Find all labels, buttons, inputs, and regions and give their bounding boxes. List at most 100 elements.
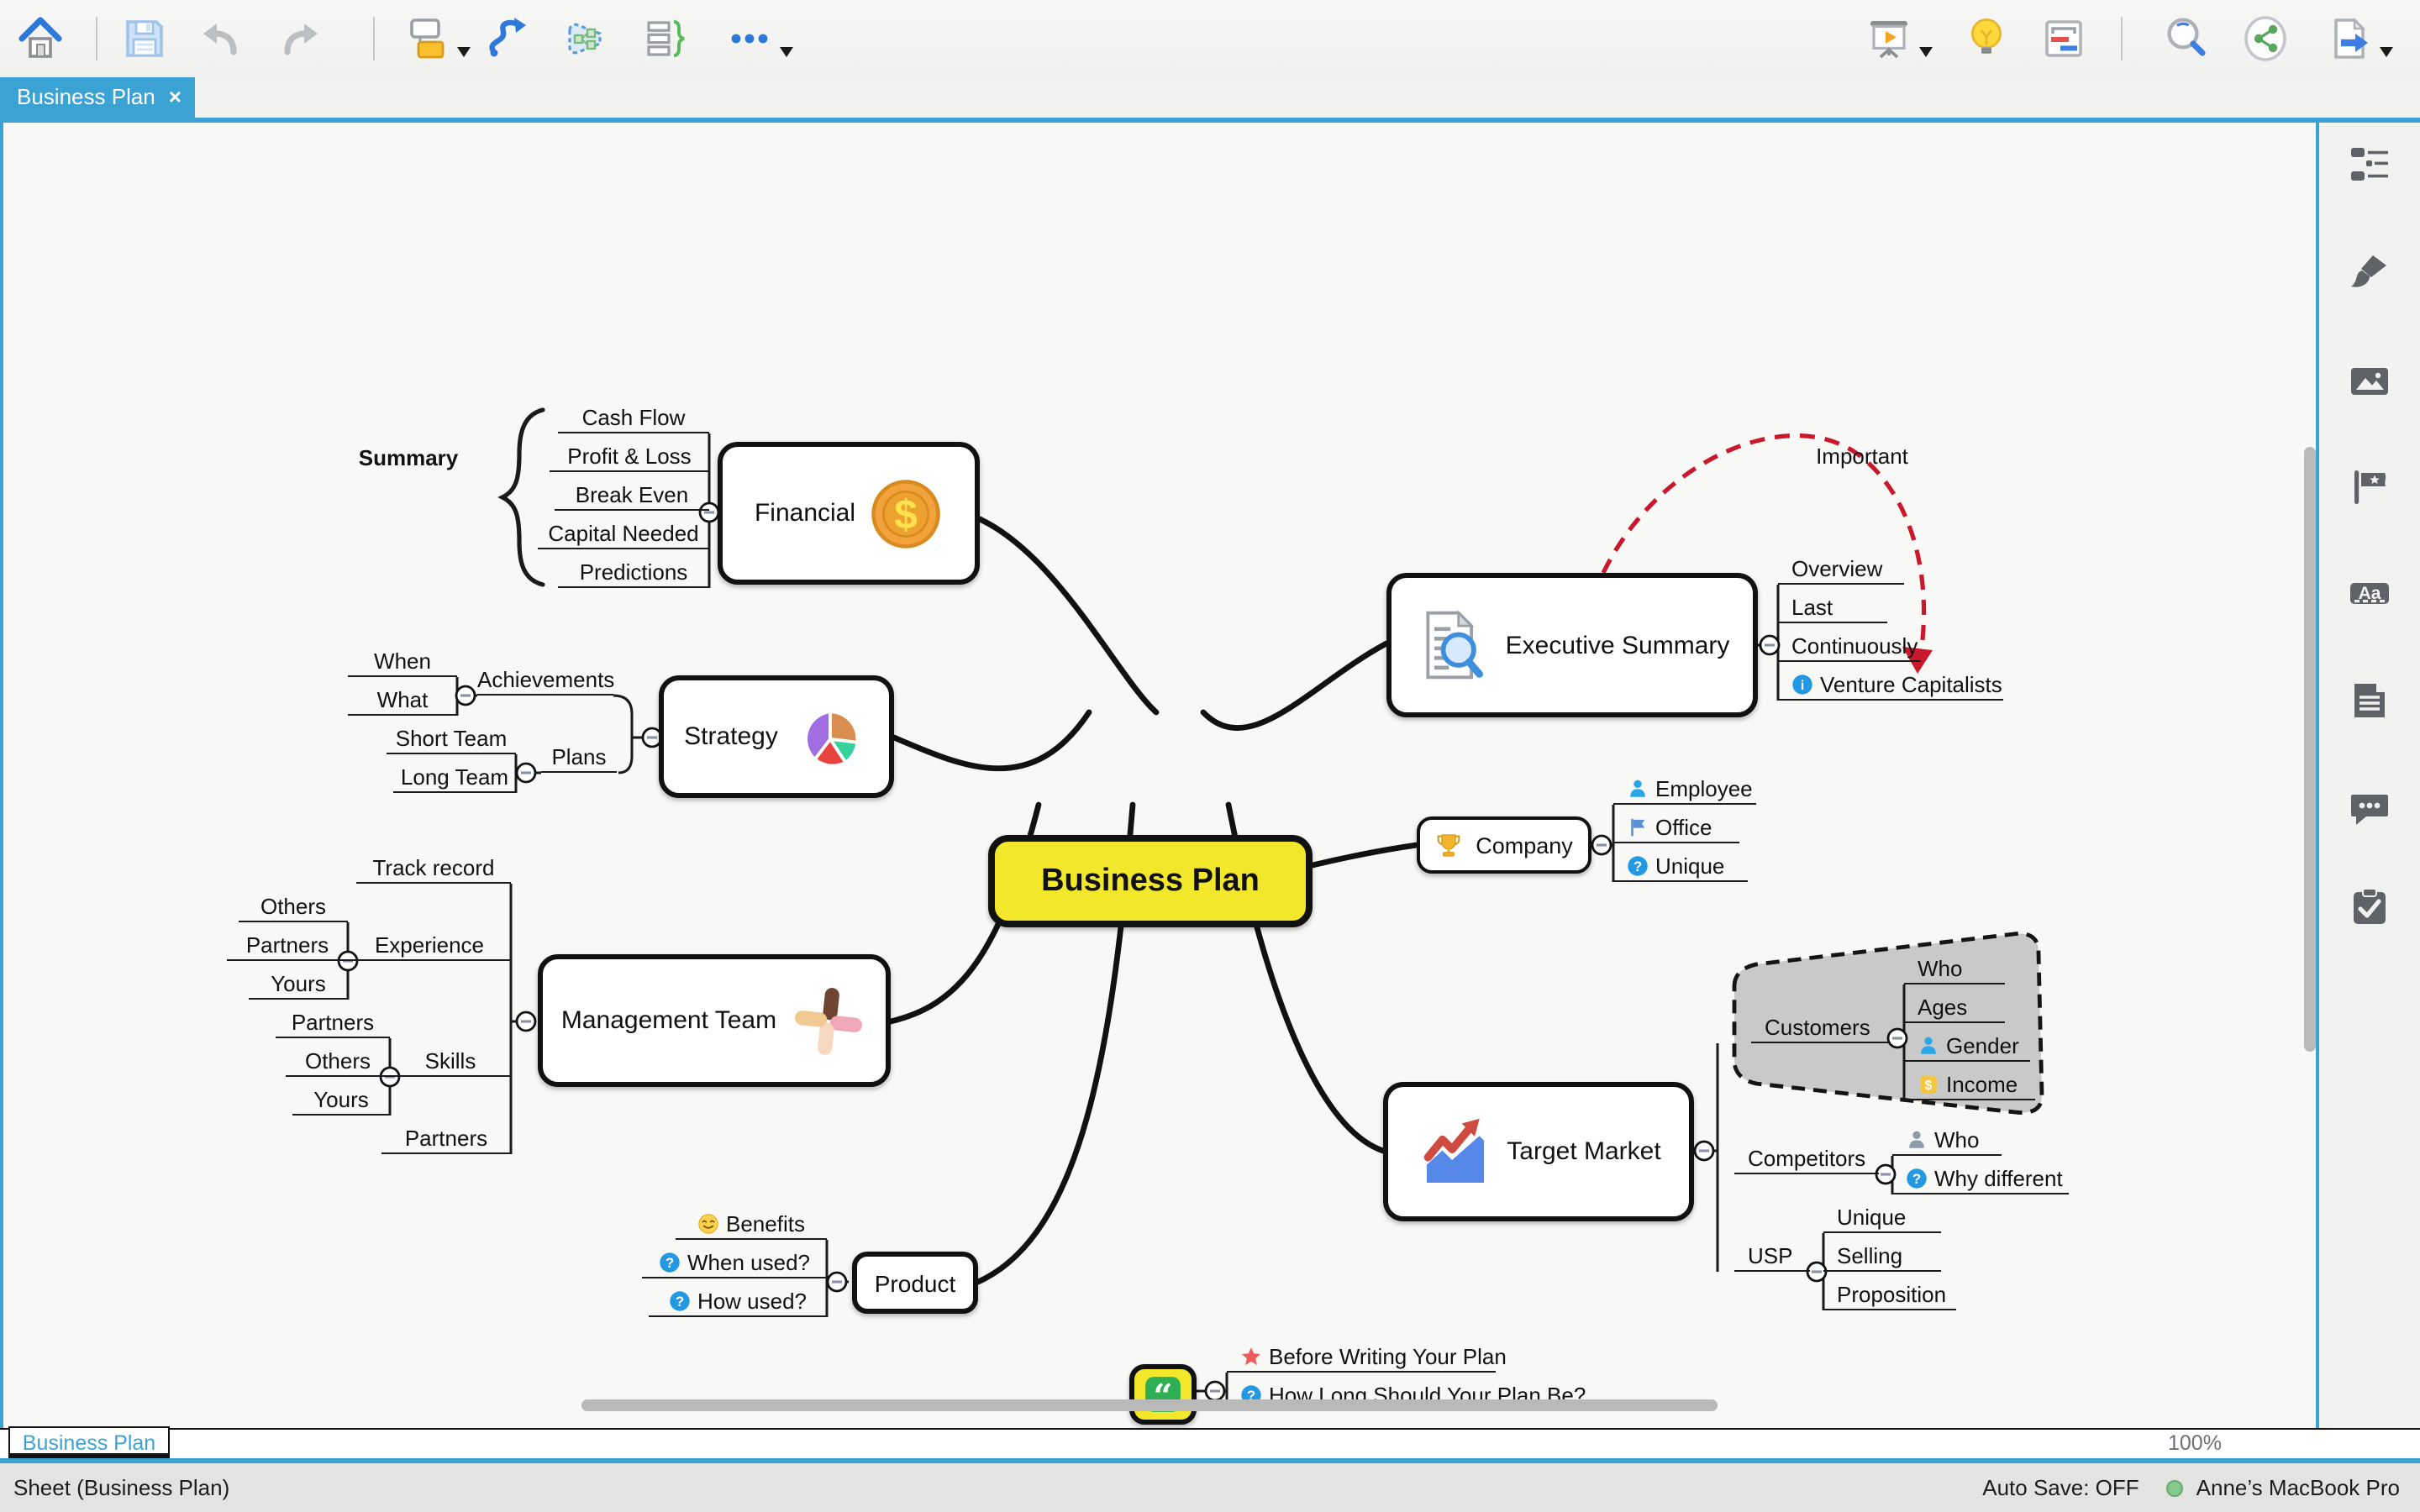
svg-text:i: i [1801,679,1804,693]
subtopic-important[interactable]: Important [1795,442,1929,472]
question-icon: ? [669,1289,697,1314]
subtopic-how-used[interactable]: ? How used? [649,1287,827,1317]
subtopic-long-team[interactable]: Long Team [393,763,516,793]
subtopic-others[interactable]: Others [286,1047,390,1077]
subtopic-plans[interactable]: Plans [541,743,617,773]
subtopic-who[interactable]: Who [1904,954,2005,984]
topic-structure-icon[interactable] [2348,143,2391,186]
main-toolbar [0,0,2420,77]
flag-marker-icon[interactable] [2348,465,2391,509]
text-label-icon[interactable]: Aa [2348,571,2391,615]
subtopic-partners[interactable]: Partners [381,1124,511,1154]
topic-executive-summary[interactable]: Executive Summary [1386,573,1758,717]
topic-label: Product [874,1269,956,1296]
topic-strategy[interactable]: Strategy [659,675,894,798]
topic-target-market[interactable]: Target Market [1383,1082,1694,1221]
subtopic-yours[interactable]: Yours [292,1085,390,1116]
subtopic-what[interactable]: What [348,685,457,716]
export-icon[interactable] [2326,15,2373,62]
share-icon[interactable] [2242,15,2289,62]
vertical-scrollbar[interactable] [2304,447,2316,1052]
connector-icon[interactable] [484,15,531,62]
node-style-icon[interactable] [403,15,450,62]
search-icon[interactable] [2163,15,2210,62]
device-name: Anne’s MacBook Pro [2196,1475,2400,1500]
subtopic-when-used[interactable]: ? When used? [642,1248,827,1278]
subtopic-track-record[interactable]: Track record [356,853,511,884]
horizontal-scrollbar[interactable] [581,1399,1718,1411]
topic-central[interactable]: Business Plan [988,835,1313,927]
subtopic-why-different[interactable]: ? Why different [1892,1164,2069,1194]
right-sidebar: Aa [2319,123,2420,1458]
topic-company[interactable]: Company [1417,816,1591,874]
subtopic-when[interactable]: When [348,647,457,677]
subtopic-cash-flow[interactable]: Cash Flow [558,403,709,433]
lightbulb-icon[interactable] [1963,15,2010,62]
subtopic-employee[interactable]: Employee [1613,774,1756,805]
close-icon[interactable]: × [169,77,182,118]
subtopic-office[interactable]: Office [1613,813,1739,843]
comment-icon[interactable] [2348,786,2391,830]
connector-layer [337,407,2044,1411]
subtopic-unique[interactable]: ? Unique [1613,852,1748,882]
subtopic-partners[interactable]: Partners [227,931,348,961]
subtopic-partners[interactable]: Partners [276,1008,390,1038]
export-icon-dropdown-arrow[interactable] [2380,35,2393,57]
document-tab[interactable]: Business Plan × [0,77,195,118]
boundary-icon[interactable] [561,15,608,62]
subtopic-skills[interactable]: Skills [390,1047,511,1077]
subtopic-last[interactable]: Last [1778,593,1887,623]
image-icon[interactable] [2348,360,2391,403]
subtopic-profit-loss[interactable]: Profit & Loss [550,442,709,472]
format-brush-icon[interactable] [2348,250,2391,294]
zoom-level: 100% [2168,1431,2222,1455]
slide-layout-icon[interactable] [2040,15,2087,62]
topic-product[interactable]: Product [852,1252,978,1314]
subtopic-income[interactable]: $ Income [1904,1070,2035,1100]
subtopic-continuously[interactable]: Continuously [1778,632,1921,662]
node-style-icon-dropdown-arrow[interactable] [457,35,471,57]
more-icon-dropdown-arrow[interactable] [780,35,793,57]
notes-icon[interactable] [2348,679,2391,722]
subtopic-capital-needed[interactable]: Capital Needed [538,519,709,549]
presentation-icon-dropdown-arrow[interactable] [1919,35,1933,57]
person-icon [1918,1033,1946,1058]
subtopic-others[interactable]: Others [239,892,348,922]
subtopic-who[interactable]: Who [1892,1126,2002,1156]
redo-icon[interactable] [276,15,323,62]
topic-quote-note[interactable]: “ [1129,1364,1197,1425]
topic-management-team[interactable]: Management Team [538,954,891,1087]
mindmap-canvas[interactable]: Business Plan Financial $ Strategy Managemen… [0,123,2319,1458]
smiley-icon [697,1211,726,1236]
subtopic-gender[interactable]: Gender [1904,1032,2030,1062]
subtopic-predictions[interactable]: Predictions [558,558,709,588]
subtopic-selling[interactable]: Selling [1823,1242,1941,1272]
undo-icon[interactable] [198,15,245,62]
subtopic-overview[interactable]: Overview [1778,554,1904,585]
topic-financial[interactable]: Financial $ [718,442,980,585]
company-icon [1435,832,1462,858]
svg-text:Aa: Aa [2359,584,2381,603]
task-icon[interactable] [2348,885,2391,929]
subtopic-short-team[interactable]: Short Team [387,724,516,754]
presentation-icon[interactable] [1865,15,1912,62]
subtopic-benefits[interactable]: Benefits [676,1210,827,1240]
subtopic-summary[interactable]: Summary [350,444,467,474]
question-icon: ? [1627,853,1655,879]
save-icon[interactable] [121,15,168,62]
subtopic-yours[interactable]: Yours [249,969,348,1000]
subtopic-usp[interactable]: USP [1734,1242,1810,1272]
subtopic-unique[interactable]: Unique [1823,1203,1941,1233]
subtopic-ages[interactable]: Ages [1904,993,2005,1023]
subtopic-before-writing-your-plan[interactable]: Before Writing Your Plan [1227,1342,1507,1373]
subtopic-break-even[interactable]: Break Even [555,480,709,511]
subtopic-customers[interactable]: Customers [1751,1013,1891,1043]
subtopic-competitors[interactable]: Competitors [1734,1144,1879,1174]
subtopic-proposition[interactable]: Proposition [1823,1280,1956,1310]
subtopic-achievements[interactable]: Achievements [477,665,614,696]
more-icon[interactable] [726,15,773,62]
home-icon[interactable] [17,15,64,62]
subtopic-experience[interactable]: Experience [348,931,511,961]
subtopic-venture-capitalists[interactable]: i Venture Capitalists [1778,670,2003,701]
summary-brace-icon[interactable] [642,15,689,62]
